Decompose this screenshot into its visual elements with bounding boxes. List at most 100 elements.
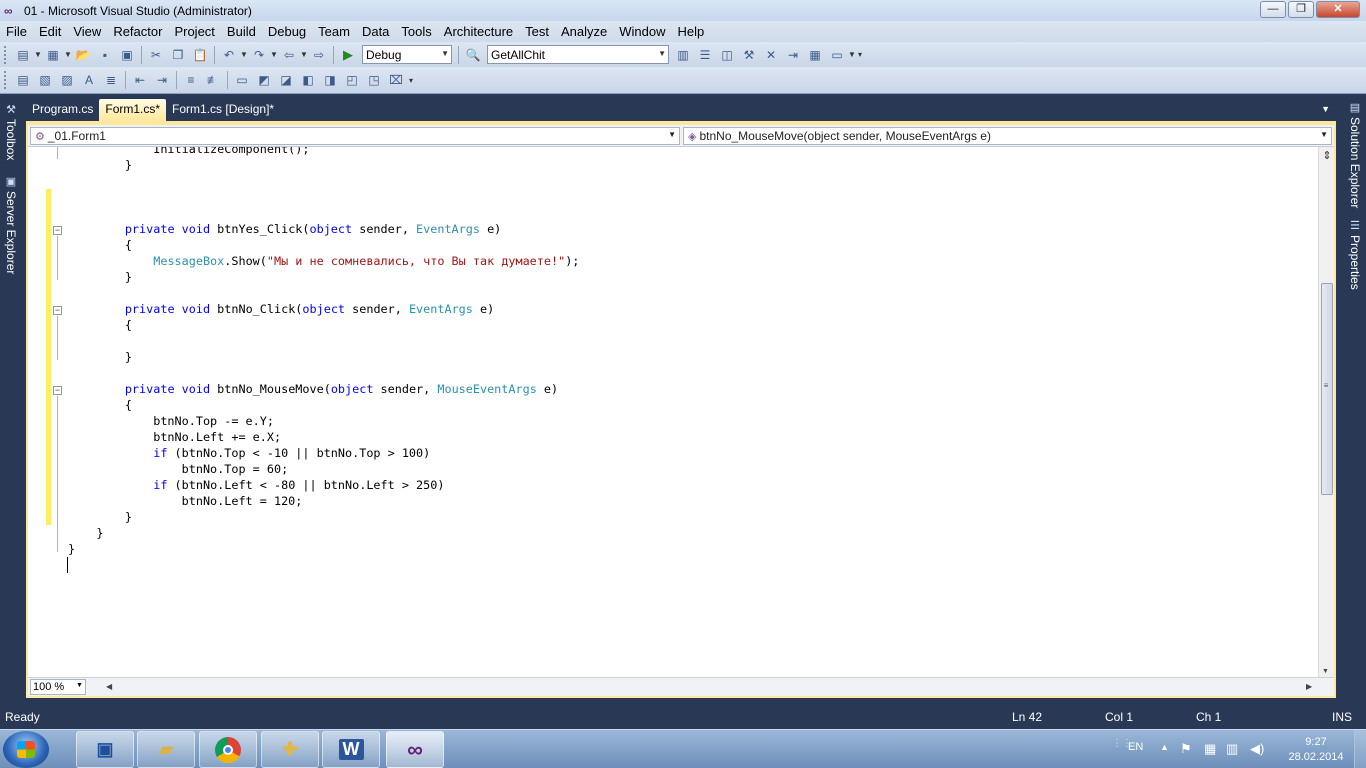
new-project-icon[interactable]: ▤ (14, 46, 32, 64)
taskbar-app-puzzle[interactable]: ✚ (261, 731, 319, 768)
menu-team[interactable]: Team (312, 24, 356, 39)
start-button[interactable] (3, 731, 49, 768)
tab-form1-cs[interactable]: Form1.cs* (99, 99, 167, 121)
chevron-down-icon[interactable]: ▼ (270, 50, 278, 59)
next-bookmark-icon[interactable]: ◪ (277, 71, 295, 89)
show-desktop-button[interactable] (1354, 730, 1366, 768)
show-hidden-icons-icon[interactable]: ▲ (1160, 742, 1169, 752)
navigate-forward-icon[interactable]: ⇨ (310, 46, 328, 64)
collapse-region-icon[interactable]: − (53, 386, 62, 395)
split-window-icon[interactable]: ⇕ (1321, 149, 1333, 163)
save-all-icon[interactable]: ▣ (118, 46, 136, 64)
toolbar-grip[interactable] (4, 71, 8, 89)
chevron-down-icon[interactable]: ▼ (34, 50, 42, 59)
vertical-scrollbar[interactable]: ⇕ ≡ ▼ (1318, 147, 1334, 677)
navigate-backward-icon[interactable]: ⇦ (280, 46, 298, 64)
quick-info-icon[interactable]: ▨ (58, 71, 76, 89)
taskbar-app-chrome[interactable] (199, 731, 257, 768)
chevron-down-icon[interactable]: ▼ (300, 50, 308, 59)
chevron-down-icon[interactable]: ▼ (240, 50, 248, 59)
parameter-info-icon[interactable]: ▧ (36, 71, 54, 89)
menu-edit[interactable]: Edit (33, 24, 67, 39)
save-icon[interactable]: ▪ (96, 46, 114, 64)
copy-icon[interactable]: ❐ (169, 46, 187, 64)
language-indicator[interactable]: EN (1128, 741, 1143, 753)
types-dropdown[interactable]: ⚙ _01.Form1 ▼ (30, 127, 680, 145)
taskbar-app-visual-studio[interactable]: ∞ (386, 731, 444, 768)
find-in-files-icon[interactable]: 🔍 (464, 46, 482, 64)
menu-refactor[interactable]: Refactor (107, 24, 168, 39)
complete-word-icon[interactable]: A (80, 71, 98, 89)
solution-explorer-tab[interactable]: ▤ Solution Explorer (1346, 101, 1364, 208)
tab-form1-design[interactable]: Form1.cs [Design]* (166, 99, 280, 121)
chevron-down-icon[interactable]: ▼ (76, 682, 83, 689)
menu-window[interactable]: Window (613, 24, 671, 39)
device-icon[interactable]: ▦ (1204, 741, 1216, 757)
collapse-region-icon[interactable]: − (53, 226, 62, 235)
maximize-button[interactable]: ❐ (1288, 1, 1314, 18)
start-page-icon[interactable]: ⇥ (784, 46, 802, 64)
tab-program-cs[interactable]: Program.cs (26, 99, 99, 121)
server-explorer-tab[interactable]: ▣ Server Explorer (2, 175, 20, 274)
menu-test[interactable]: Test (519, 24, 555, 39)
taskbar-app-explorer[interactable]: ▰ (137, 731, 195, 768)
toolbar-overflow-icon[interactable]: ▾ (856, 50, 864, 59)
extension-manager-icon[interactable]: ▦ (806, 46, 824, 64)
toolbar-grip[interactable] (4, 45, 8, 64)
members-dropdown[interactable]: ◈ btnNo_MouseMove(object sender, MouseEv… (683, 127, 1332, 145)
menu-data[interactable]: Data (356, 24, 395, 39)
team-explorer-icon[interactable]: ✕ (762, 46, 780, 64)
network-icon[interactable]: ▥ (1226, 741, 1238, 757)
open-folder-icon[interactable]: 📂 (74, 46, 92, 64)
redo-icon[interactable]: ↷ (250, 46, 268, 64)
previous-bookmark-icon[interactable]: ◩ (255, 71, 273, 89)
collapse-region-icon[interactable]: − (53, 306, 62, 315)
toolbox-tab[interactable]: ⚒ Toolbox (2, 103, 20, 160)
menu-build[interactable]: Build (221, 24, 262, 39)
paste-icon[interactable]: 📋 (191, 46, 209, 64)
comment-out-icon[interactable]: ≡ (182, 71, 200, 89)
menu-tools[interactable]: Tools (395, 24, 437, 39)
toggle-bookmark-icon[interactable]: ▭ (233, 71, 251, 89)
chevron-down-icon[interactable]: ▼ (64, 50, 72, 59)
chevron-down-icon[interactable]: ▼ (848, 50, 856, 59)
increase-indent-icon[interactable]: ⇥ (153, 71, 171, 89)
find-combo[interactable]: GetAllChit ▼ (487, 45, 669, 64)
clock[interactable]: 9:27 28.02.2014 (1286, 735, 1346, 765)
code-text-area[interactable]: − − − InitializeComponent(); } private v… (28, 147, 1320, 677)
scroll-right-icon[interactable]: ▶ (1306, 682, 1312, 691)
solution-explorer-icon[interactable]: ▥ (674, 46, 692, 64)
solution-configuration-select[interactable]: Debug ▼ (362, 45, 452, 64)
previous-bookmark-in-folder-icon[interactable]: ◧ (299, 71, 317, 89)
menu-debug[interactable]: Debug (262, 24, 312, 39)
uncomment-icon[interactable]: ≢ (204, 71, 222, 89)
scroll-down-icon[interactable]: ▼ (1322, 668, 1329, 675)
menu-analyze[interactable]: Analyze (555, 24, 613, 39)
display-word-completion-icon[interactable]: ≣ (102, 71, 120, 89)
add-item-icon[interactable]: ▦ (44, 46, 62, 64)
cut-icon[interactable]: ✂ (147, 46, 165, 64)
start-debugging-icon[interactable]: ▶ (339, 46, 357, 64)
undo-icon[interactable]: ↶ (220, 46, 238, 64)
menu-architecture[interactable]: Architecture (438, 24, 519, 39)
close-button[interactable]: ✕ (1316, 1, 1360, 18)
previous-bookmark-in-document-icon[interactable]: ◰ (343, 71, 361, 89)
list-members-icon[interactable]: ▤ (14, 71, 32, 89)
toolbox-icon[interactable]: ⚒ (740, 46, 758, 64)
clear-bookmarks-icon[interactable]: ⌧ (387, 71, 405, 89)
taskbar-app-save[interactable]: ▣ (76, 731, 134, 768)
properties-window-icon[interactable]: ☰ (696, 46, 714, 64)
taskbar-app-word[interactable]: W (322, 731, 380, 768)
object-browser-icon[interactable]: ◫ (718, 46, 736, 64)
menu-file[interactable]: File (0, 24, 33, 39)
next-bookmark-in-folder-icon[interactable]: ◨ (321, 71, 339, 89)
scroll-left-icon[interactable]: ◀ (106, 682, 112, 691)
menu-help[interactable]: Help (672, 24, 711, 39)
volume-icon[interactable]: ◀) (1250, 741, 1264, 757)
command-window-icon[interactable]: ▭ (828, 46, 846, 64)
next-bookmark-in-document-icon[interactable]: ◳ (365, 71, 383, 89)
decrease-indent-icon[interactable]: ⇤ (131, 71, 149, 89)
active-files-dropdown-icon[interactable]: ▼ (1321, 104, 1330, 114)
minimize-button[interactable]: — (1260, 1, 1286, 18)
properties-tab[interactable]: ☰ Properties (1346, 219, 1364, 290)
